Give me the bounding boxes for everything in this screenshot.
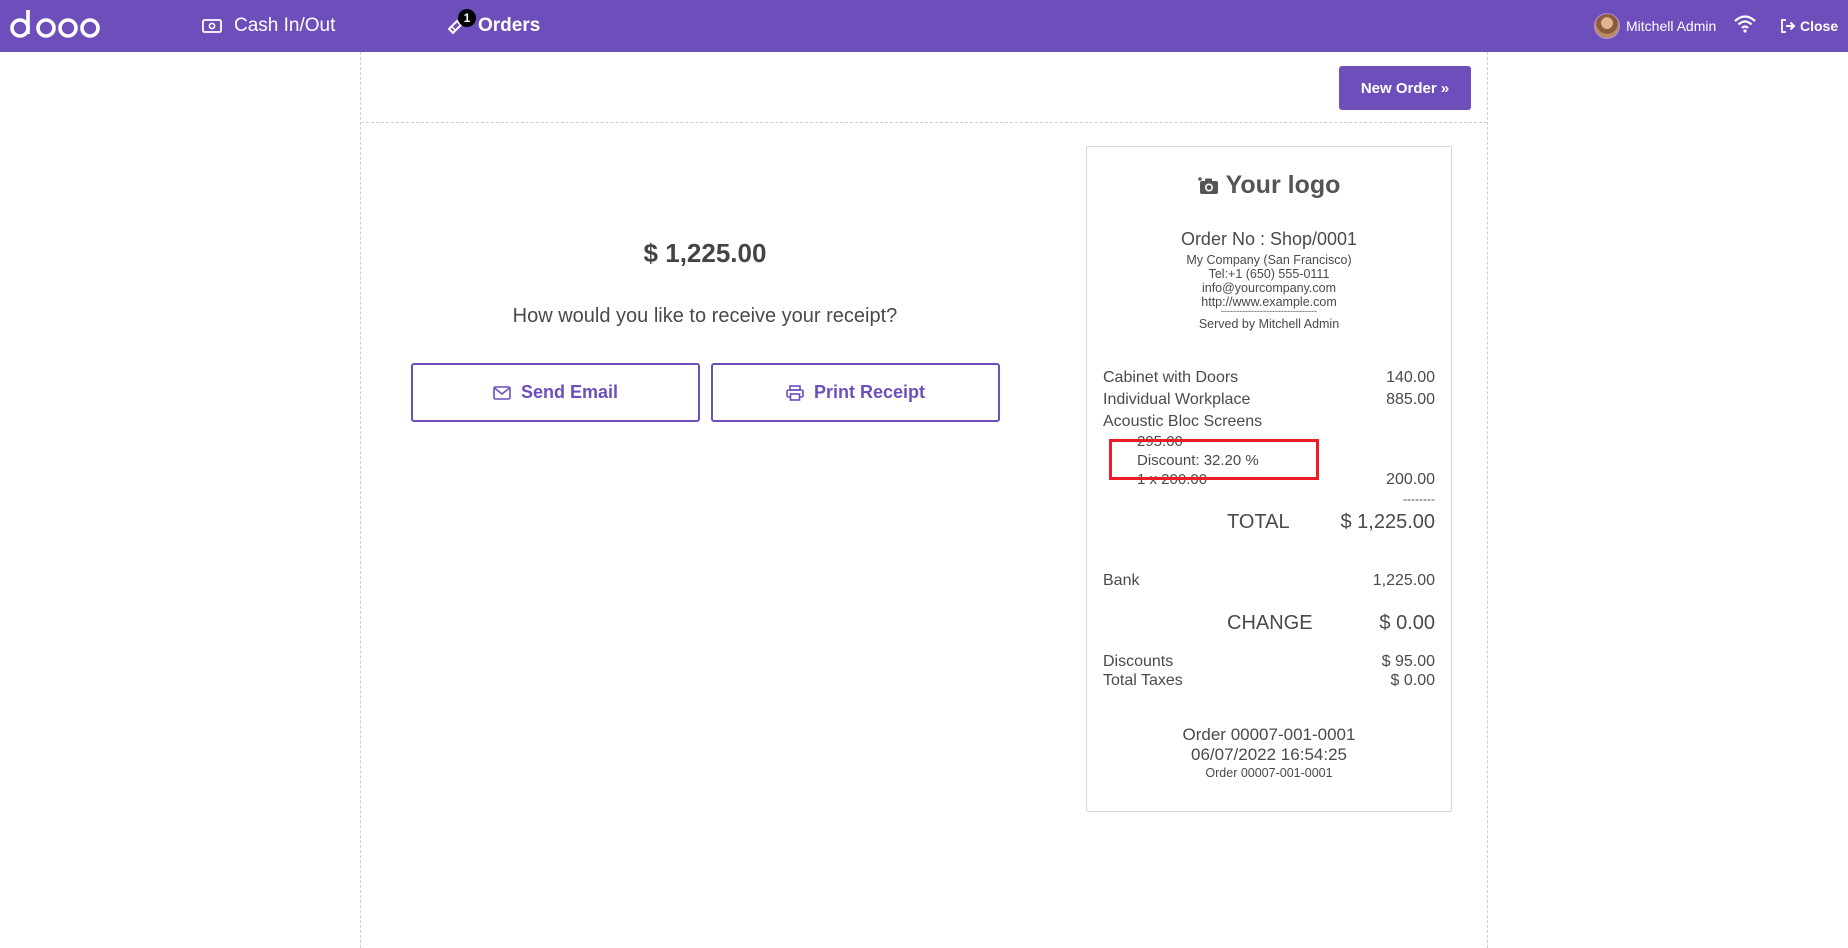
cash-in-out-button[interactable]: Cash In/Out (202, 0, 335, 52)
receipt-line-item: Individual Workplace 885.00 (1103, 391, 1435, 409)
top-navbar: Cash In/Out 1 Orders Mitchell Admin Clos… (0, 0, 1848, 52)
close-button[interactable]: Close (1780, 0, 1838, 52)
sign-out-icon (1781, 19, 1796, 33)
payment-line: Bank 1,225.00 (1103, 572, 1435, 590)
footer-order-small: Order 00007-001-0001 (1205, 766, 1333, 780)
cash-in-out-label: Cash In/Out (234, 15, 336, 36)
receipt-logo-text: Your logo (1225, 171, 1341, 199)
payment-method: Bank (1103, 572, 1140, 589)
change-value: $ 0.00 (1379, 612, 1435, 634)
line-item-name: Individual Workplace (1103, 391, 1251, 408)
receipt-order-number: Order No : Shop/0001 (1180, 229, 1358, 249)
user-menu[interactable]: Mitchell Admin (1594, 0, 1716, 52)
wifi-icon[interactable] (1734, 14, 1756, 34)
envelope-icon (493, 385, 511, 400)
discounts-value: $ 95.00 (1381, 653, 1435, 670)
avatar (1594, 13, 1620, 39)
new-order-button[interactable]: New Order » (1339, 66, 1471, 110)
receipt-line-item: Cabinet with Doors 140.00 (1103, 369, 1435, 387)
printer-icon (786, 384, 804, 401)
print-receipt-label: Print Receipt (813, 382, 926, 402)
footer-date: 06/07/2022 16:54:25 (1191, 745, 1347, 764)
user-name: Mitchell Admin (1626, 18, 1717, 34)
screen-top-bar: New Order » (361, 52, 1487, 123)
orders-button[interactable]: 1 Orders (446, 0, 540, 52)
receipt-line-item: Acoustic Bloc Screens (1103, 413, 1435, 431)
taxes-line: Total Taxes $ 0.00 (1103, 672, 1435, 690)
line-item-price: 200.00 (1386, 471, 1435, 488)
receipt-logo: Your logo (1087, 171, 1451, 200)
discounts-line: Discounts $ 95.00 (1103, 653, 1435, 671)
receipt-company: My Company (San Francisco) (1186, 253, 1352, 267)
total-value: $ 1,225.00 (1340, 511, 1435, 533)
odoo-logo[interactable] (10, 8, 100, 42)
taxes-label: Total Taxes (1103, 672, 1183, 689)
orders-count-badge: 1 (458, 9, 476, 27)
taxes-value: $ 0.00 (1390, 672, 1435, 689)
line-item-price: 885.00 (1386, 391, 1435, 408)
discount-highlight-box (1109, 439, 1319, 480)
send-email-label: Send Email (520, 382, 619, 402)
close-label: Close (1800, 18, 1839, 34)
receipt-served-by: Served by Mitchell Admin (1198, 317, 1340, 331)
orders-label: Orders (478, 15, 541, 36)
line-item-name: Acoustic Bloc Screens (1103, 413, 1263, 430)
receipt-screen: New Order » $ 1,225.00 How would you lik… (360, 52, 1488, 948)
print-receipt-button[interactable]: Print Receipt (711, 363, 1000, 422)
footer-order: Order 00007-001-0001 (1182, 725, 1356, 744)
line-item-name: Cabinet with Doors (1103, 369, 1239, 386)
total-label: TOTAL (1227, 511, 1290, 533)
receipt-divider: -------------------------------- (1221, 306, 1317, 316)
line-item-price: 140.00 (1386, 369, 1435, 386)
send-email-button[interactable]: Send Email (411, 363, 700, 422)
total-amount: $ 1,225.00 (643, 238, 767, 268)
subtotal-separator: -------- (1403, 492, 1435, 506)
receipt-question: How would you like to receive your recei… (512, 305, 898, 327)
discounts-label: Discounts (1103, 653, 1174, 670)
payment-amount: 1,225.00 (1372, 572, 1435, 589)
change-label: CHANGE (1227, 612, 1313, 634)
camera-icon (1197, 176, 1218, 194)
receipt-phone: Tel:+1 (650) 555-0111 (1208, 267, 1330, 281)
receipt-email: info@yourcompany.com (1201, 281, 1337, 295)
money-icon (202, 19, 222, 33)
